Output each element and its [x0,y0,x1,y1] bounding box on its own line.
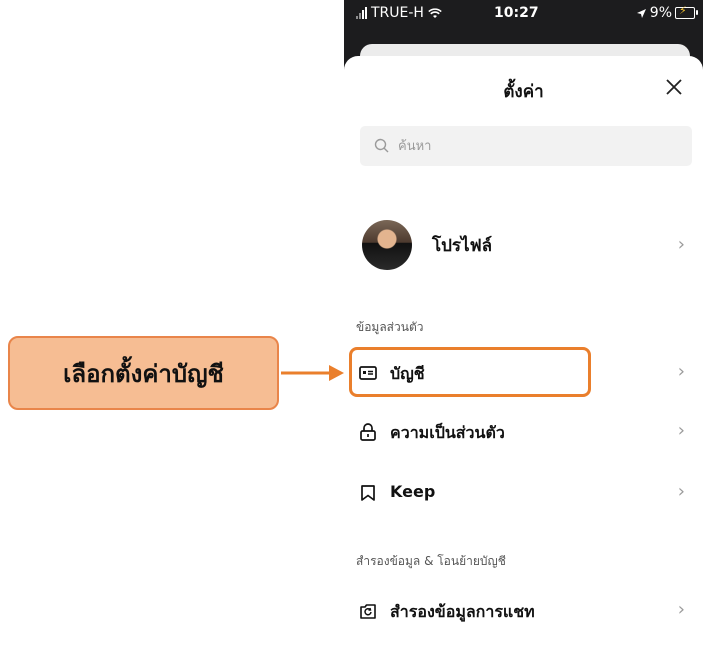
status-left: TRUE-H [356,5,442,21]
section-header-backup: สำรองข้อมูล & โอนย้ายบัญชี [356,554,506,568]
annotation-callout: เลือกตั้งค่าบัญชี [8,336,279,410]
status-right: 9% ⚡ [636,5,698,21]
callout-text: เลือกตั้งค่าบัญชี [63,360,224,388]
chevron-right-icon: › [677,481,685,502]
bookmark-icon [361,485,375,501]
chevron-right-icon: › [677,420,685,441]
wifi-icon [428,7,442,18]
settings-item-keep[interactable]: Keep › [344,470,703,516]
status-time: 10:27 [494,5,539,21]
lock-icon [360,423,376,441]
search-icon [374,138,389,153]
carrier-name: TRUE-H [371,5,424,21]
battery-percent: 9% [649,5,672,21]
section-header-personal: ข้อมูลส่วนตัว [356,320,424,334]
close-icon [666,79,682,95]
chevron-right-icon: › [677,361,685,382]
search-bar[interactable] [360,126,692,166]
status-bar: TRUE-H 10:27 9% ⚡ [344,0,703,40]
search-input[interactable] [396,137,680,155]
profile-label: โปรไฟล์ [432,236,493,256]
battery-icon: ⚡ [675,5,698,19]
close-button[interactable] [661,74,687,100]
settings-item-chat-backup[interactable]: สำรองข้อมูลการแชท › [344,588,703,634]
arrow-right-icon [281,365,344,381]
location-icon [636,8,646,18]
signal-icon [356,7,367,19]
backup-icon [360,604,376,619]
phone-screen: TRUE-H 10:27 9% ⚡ ตั้งค่า ค้นหา โปรไฟล์ … [344,0,703,657]
profile-row[interactable]: โปรไฟล์ › [344,214,703,278]
highlight-box [349,347,591,397]
settings-item-privacy[interactable]: ความเป็นส่วนตัว › [344,409,703,455]
settings-item-label: ความเป็นส่วนตัว [390,423,505,442]
settings-item-label: สำรองข้อมูลการแชท [390,602,535,621]
page-title: ตั้งค่า [503,82,544,102]
avatar [362,220,412,270]
settings-item-label: Keep [390,482,436,501]
chevron-right-icon: › [677,599,685,620]
chevron-right-icon: › [677,234,685,255]
